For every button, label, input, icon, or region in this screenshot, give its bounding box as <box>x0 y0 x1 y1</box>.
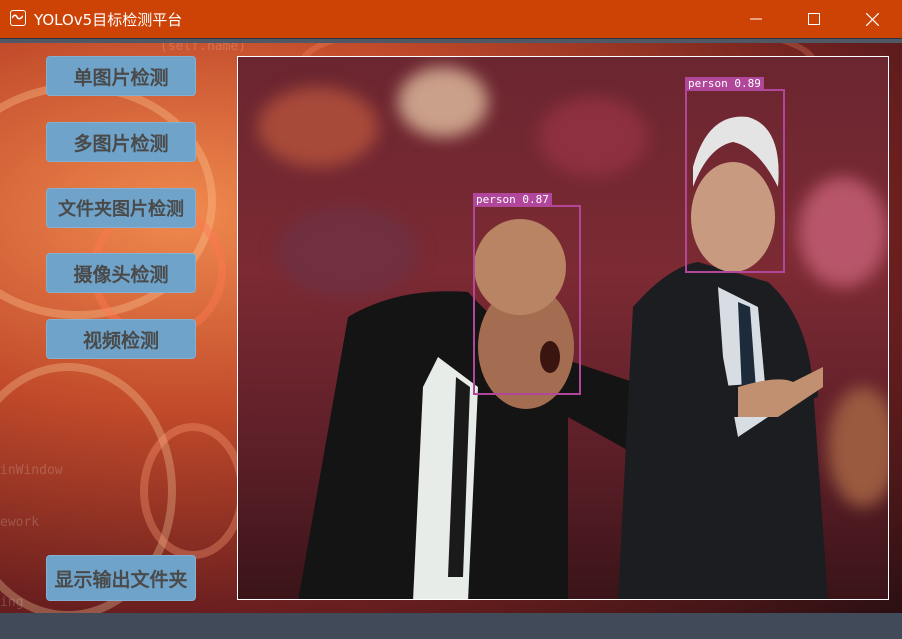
status-bar <box>0 613 902 639</box>
single-image-detect-button[interactable]: 单图片检测 <box>46 56 196 96</box>
app-icon <box>10 10 26 26</box>
multi-image-detect-button[interactable]: 多图片检测 <box>46 122 196 162</box>
video-detect-button[interactable]: 视频检测 <box>46 319 196 359</box>
detection-box: person 0.89 <box>685 77 785 273</box>
camera-detect-button[interactable]: 摄像头检测 <box>46 253 196 293</box>
close-button[interactable] <box>843 0 901 38</box>
detection-result-image: person 0.87 person 0.89 <box>237 56 889 600</box>
maximize-button[interactable] <box>785 0 843 38</box>
window-title: YOLOv5目标检测平台 <box>34 11 183 29</box>
title-bar: YOLOv5目标检测平台 <box>0 0 902 38</box>
minimize-button[interactable] <box>727 0 785 38</box>
minimize-icon <box>750 18 762 20</box>
detection-label: person 0.87 <box>473 193 552 206</box>
close-icon <box>865 12 879 26</box>
maximize-icon <box>808 13 820 25</box>
folder-image-detect-button[interactable]: 文件夹图片检测 <box>46 188 196 228</box>
detection-label: person 0.89 <box>685 77 764 90</box>
show-output-folder-button[interactable]: 显示输出文件夹 <box>46 555 196 601</box>
detection-box: person 0.87 <box>473 193 581 395</box>
